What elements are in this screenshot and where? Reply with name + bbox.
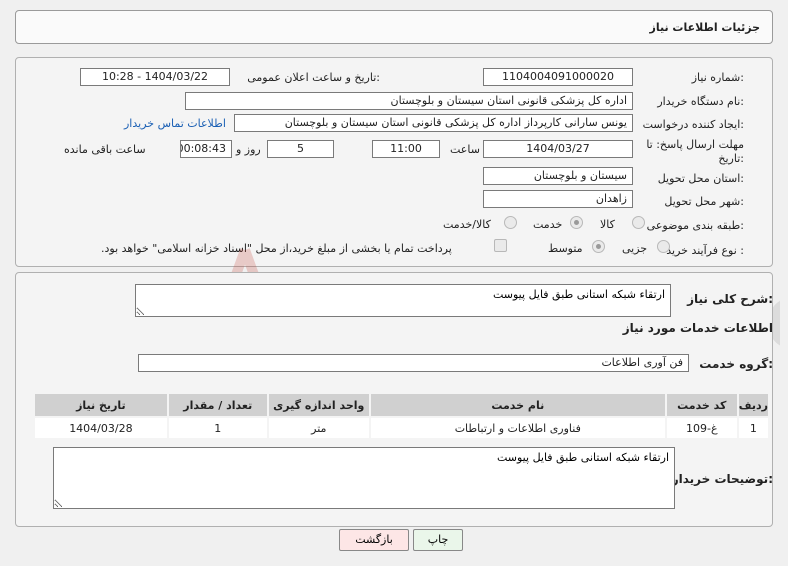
category-radio-goods[interactable] (632, 216, 645, 229)
days-label: روز و (236, 143, 261, 156)
services-table: ردیف کد خدمت نام خدمت واحد اندازه گیری ت… (33, 392, 771, 440)
cell-unit: متر (266, 416, 371, 440)
table-header-row: ردیف کد خدمت نام خدمت واحد اندازه گیری ت… (33, 392, 771, 418)
category-label: طبقه بندی موضوعی: (646, 219, 744, 232)
announce-label: تاریخ و ساعت اعلان عمومی: (247, 71, 380, 84)
cell-quantity: 1 (166, 416, 269, 440)
table-row[interactable]: 1 غ-109 فناوری اطلاعات و ارتباطات متر 1 … (33, 416, 771, 440)
requester-field[interactable]: یونس سارانی کارپرداز اداره کل پزشکی قانو… (234, 114, 633, 132)
city-field[interactable]: زاهدان (483, 190, 633, 208)
back-button[interactable]: بازگشت (339, 529, 409, 551)
requester-label: ایجاد کننده درخواست: (642, 118, 744, 131)
process-option-minor: جزیی (622, 242, 648, 255)
category-option-goods-service: کالا/خدمت (443, 218, 491, 231)
deadline-time-label: ساعت (450, 143, 480, 156)
services-heading: اطلاعات خدمات مورد نیاز (622, 321, 773, 335)
deadline-label-1: مهلت ارسال پاسخ: تا (646, 138, 744, 151)
category-radio-service[interactable] (570, 216, 583, 229)
category-radio-goods-service[interactable] (504, 216, 517, 229)
print-button[interactable]: چاپ (413, 529, 463, 551)
days-remaining-field[interactable]: 5 (267, 140, 334, 158)
cell-service-code: غ-109 (664, 416, 739, 440)
process-label: نوع فرآیند خرید : (666, 244, 744, 257)
buyer-notes-textarea[interactable]: ارتقاء شبکه استانی طبق فایل پیوست (53, 447, 675, 509)
contact-info-link[interactable]: اطلاعات تماس خریدار (124, 117, 226, 130)
process-option-medium: متوسط (548, 242, 583, 255)
buyer-org-label: نام دستگاه خریدار: (657, 95, 744, 108)
need-number-label: شماره نیاز: (691, 71, 744, 84)
announce-datetime-field[interactable]: 1404/03/22 - 10:28 (80, 68, 230, 86)
cell-service-name: فناوری اطلاعات و ارتباطات (368, 416, 667, 440)
service-group-label: گروه خدمت: (699, 357, 773, 371)
col-need-date: تاریخ نیاز (33, 392, 169, 418)
process-radio-minor[interactable] (657, 240, 670, 253)
cell-row-number: 1 (736, 416, 771, 440)
process-radio-medium[interactable] (592, 240, 605, 253)
deadline-time-field[interactable]: 11:00 (372, 140, 440, 158)
col-unit: واحد اندازه گیری (266, 392, 371, 418)
province-field[interactable]: سیستان و بلوچستان (483, 167, 633, 185)
time-remaining-field[interactable]: 00:08:43 (180, 140, 232, 158)
col-service-name: نام خدمت (368, 392, 667, 418)
province-label: استان محل تحویل: (657, 172, 744, 185)
deadline-label-2: تاریخ: (718, 152, 744, 165)
cell-need-date: 1404/03/28 (33, 416, 169, 440)
category-option-goods: کالا (600, 218, 615, 231)
page-title: جزئیات اطلاعات نیاز (649, 21, 761, 34)
city-label: شهر محل تحویل: (664, 195, 744, 208)
need-info-panel (15, 57, 773, 267)
treasury-payment-checkbox[interactable] (494, 239, 507, 252)
time-remaining-label: ساعت باقی مانده (64, 143, 146, 156)
col-service-code: کد خدمت (664, 392, 739, 418)
col-row-number: ردیف (736, 392, 771, 418)
buyer-org-field[interactable]: اداره کل پزشکی قانونی استان سیستان و بلو… (185, 92, 633, 110)
summary-textarea[interactable]: ارتقاء شبکه استانی طبق فایل پیوست (135, 284, 671, 317)
deadline-date-field[interactable]: 1404/03/27 (483, 140, 633, 158)
summary-label: شرح کلی نیاز: (687, 292, 773, 306)
payment-note: پرداخت تمام یا بخشی از مبلغ خرید،از محل … (101, 242, 452, 255)
need-number-field[interactable]: 1104004091000020 (483, 68, 633, 86)
category-option-service: خدمت (533, 218, 563, 231)
col-quantity: تعداد / مقدار (166, 392, 269, 418)
service-group-field[interactable]: فن آوری اطلاعات (138, 354, 689, 372)
buyer-notes-label: توضیحات خریدار: (671, 472, 773, 486)
page-header: جزئیات اطلاعات نیاز (15, 10, 773, 44)
